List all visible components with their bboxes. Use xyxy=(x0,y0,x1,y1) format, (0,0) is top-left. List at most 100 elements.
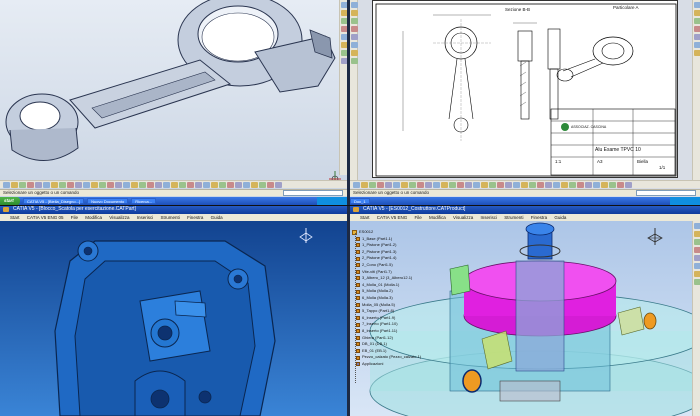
taskbar-item[interactable]: Nuovo Documento xyxy=(87,198,129,204)
tool-icon[interactable] xyxy=(694,247,700,253)
tool-icon[interactable] xyxy=(351,34,358,40)
menu-item[interactable]: Guida xyxy=(211,215,223,220)
viewport-assembly[interactable]: CATIA V5 - [ES0012_Costruttore.CATProduc… xyxy=(350,205,700,416)
command-input[interactable] xyxy=(636,190,696,196)
tree-item[interactable]: 3_Albero_12 (3_Albero12.1) xyxy=(352,275,442,282)
tool-icon[interactable] xyxy=(694,231,700,237)
tool-icon[interactable] xyxy=(251,181,258,188)
tool-icon[interactable] xyxy=(449,181,456,188)
tool-icon[interactable] xyxy=(417,181,424,188)
taskbar-item[interactable]: Doc_1 xyxy=(350,198,370,204)
tool-icon[interactable] xyxy=(91,181,98,188)
tool-icon[interactable] xyxy=(351,26,358,32)
tool-icon[interactable] xyxy=(694,279,700,285)
tool-icon[interactable] xyxy=(505,181,512,188)
tool-icon[interactable] xyxy=(617,181,624,188)
tool-icon[interactable] xyxy=(433,181,440,188)
tool-icon[interactable] xyxy=(275,181,282,188)
tool-icon[interactable] xyxy=(465,181,472,188)
tool-icon[interactable] xyxy=(353,181,360,188)
tool-icon[interactable] xyxy=(99,181,106,188)
menu-item[interactable]: Start xyxy=(10,215,20,220)
tree-item[interactable]: Applicazioni xyxy=(352,361,442,368)
tool-icon[interactable] xyxy=(385,181,392,188)
tree-root[interactable]: ES0012 xyxy=(352,229,442,236)
menu-item[interactable]: Inserisci xyxy=(137,215,154,220)
tool-icon[interactable] xyxy=(401,181,408,188)
viewport-drawing[interactable]: Sezione B-B Particolare A ASSOCIAZ. CASC… xyxy=(350,0,700,205)
tool-icon[interactable] xyxy=(43,181,50,188)
menu-item[interactable]: CATIA V5 ENG xyxy=(377,215,407,220)
tree-item[interactable]: 2_Cono (Part1.5) xyxy=(352,262,442,269)
tool-icon[interactable] xyxy=(625,181,632,188)
tree-item[interactable]: Pezzo_calzato (Pezzo_calzato.1) xyxy=(352,354,442,361)
tree-item[interactable]: 5_Molla (Molla.2) xyxy=(352,288,442,295)
tool-icon[interactable] xyxy=(561,181,568,188)
tool-icon[interactable] xyxy=(694,2,700,8)
tool-icon[interactable] xyxy=(585,181,592,188)
compass-icon[interactable] xyxy=(646,227,664,247)
tool-icon[interactable] xyxy=(155,181,162,188)
tool-icon[interactable] xyxy=(227,181,234,188)
tool-icon[interactable] xyxy=(369,181,376,188)
tool-icon[interactable] xyxy=(179,181,186,188)
menu-item[interactable]: CATIA V5 ENG 05 xyxy=(27,215,64,220)
menu-item[interactable]: Start xyxy=(360,215,370,220)
tool-icon[interactable] xyxy=(11,181,18,188)
menu-item[interactable]: Strumenti xyxy=(161,215,180,220)
tree-item[interactable]: Vite-viti (Part1.7) xyxy=(352,269,442,276)
tool-icon[interactable] xyxy=(694,263,700,269)
tool-icon[interactable] xyxy=(694,255,700,261)
tool-icon[interactable] xyxy=(694,34,700,40)
start-button[interactable]: start xyxy=(0,197,20,205)
command-input[interactable] xyxy=(283,190,343,196)
taskbar-item[interactable]: Ricerca... xyxy=(131,198,157,204)
tool-icon[interactable] xyxy=(107,181,114,188)
tool-icon[interactable] xyxy=(694,50,700,56)
tree-item[interactable]: 1_Base (Part1.1) xyxy=(352,236,442,243)
tool-icon[interactable] xyxy=(409,181,416,188)
tool-icon[interactable] xyxy=(694,271,700,277)
tool-icon[interactable] xyxy=(553,181,560,188)
tool-icon[interactable] xyxy=(351,58,358,64)
tool-icon[interactable] xyxy=(537,181,544,188)
tool-icon[interactable] xyxy=(219,181,226,188)
tool-icon[interactable] xyxy=(187,181,194,188)
tool-icon[interactable] xyxy=(139,181,146,188)
tool-icon[interactable] xyxy=(171,181,178,188)
menu-item[interactable]: Visualizza xyxy=(453,215,473,220)
tool-icon[interactable] xyxy=(3,181,10,188)
menu-item[interactable]: File xyxy=(71,215,78,220)
tool-icon[interactable] xyxy=(694,10,700,16)
tool-icon[interactable] xyxy=(694,223,700,229)
tool-icon[interactable] xyxy=(569,181,576,188)
tree-item[interactable]: 5_Tappo (Part1.8) xyxy=(352,308,442,315)
tree-item[interactable]: 6_Molla (Molla.3) xyxy=(352,295,442,302)
tool-icon[interactable] xyxy=(593,181,600,188)
tree-item[interactable]: 4_Molla_01 (Molla.1) xyxy=(352,282,442,289)
tool-icon[interactable] xyxy=(259,181,266,188)
tool-icon[interactable] xyxy=(59,181,66,188)
tool-icon[interactable] xyxy=(67,181,74,188)
tool-icon[interactable] xyxy=(425,181,432,188)
tool-icon[interactable] xyxy=(393,181,400,188)
menu-item[interactable]: Guida xyxy=(554,215,566,220)
compass-icon[interactable] xyxy=(298,227,314,245)
tool-icon[interactable] xyxy=(609,181,616,188)
specification-tree[interactable]: ES0012 1_Base (Part1.1) 1_Pistone (Part1… xyxy=(352,229,442,383)
tool-icon[interactable] xyxy=(377,181,384,188)
tree-item[interactable]: 7_Inserto (Part1.10) xyxy=(352,321,442,328)
menu-item[interactable]: Visualizza xyxy=(109,215,129,220)
tree-item[interactable]: 2_Pistone (Part1.3) xyxy=(352,249,442,256)
tool-icon[interactable] xyxy=(457,181,464,188)
tool-icon[interactable] xyxy=(163,181,170,188)
tree-item[interactable]: EB_01 (EB.1) xyxy=(352,348,442,355)
tool-icon[interactable] xyxy=(473,181,480,188)
tool-icon[interactable] xyxy=(243,181,250,188)
tool-icon[interactable] xyxy=(115,181,122,188)
tool-icon[interactable] xyxy=(123,181,130,188)
tree-item[interactable]: Ghiera (Part1.12) xyxy=(352,335,442,342)
tool-icon[interactable] xyxy=(131,181,138,188)
tool-icon[interactable] xyxy=(235,181,242,188)
tool-icon[interactable] xyxy=(147,181,154,188)
